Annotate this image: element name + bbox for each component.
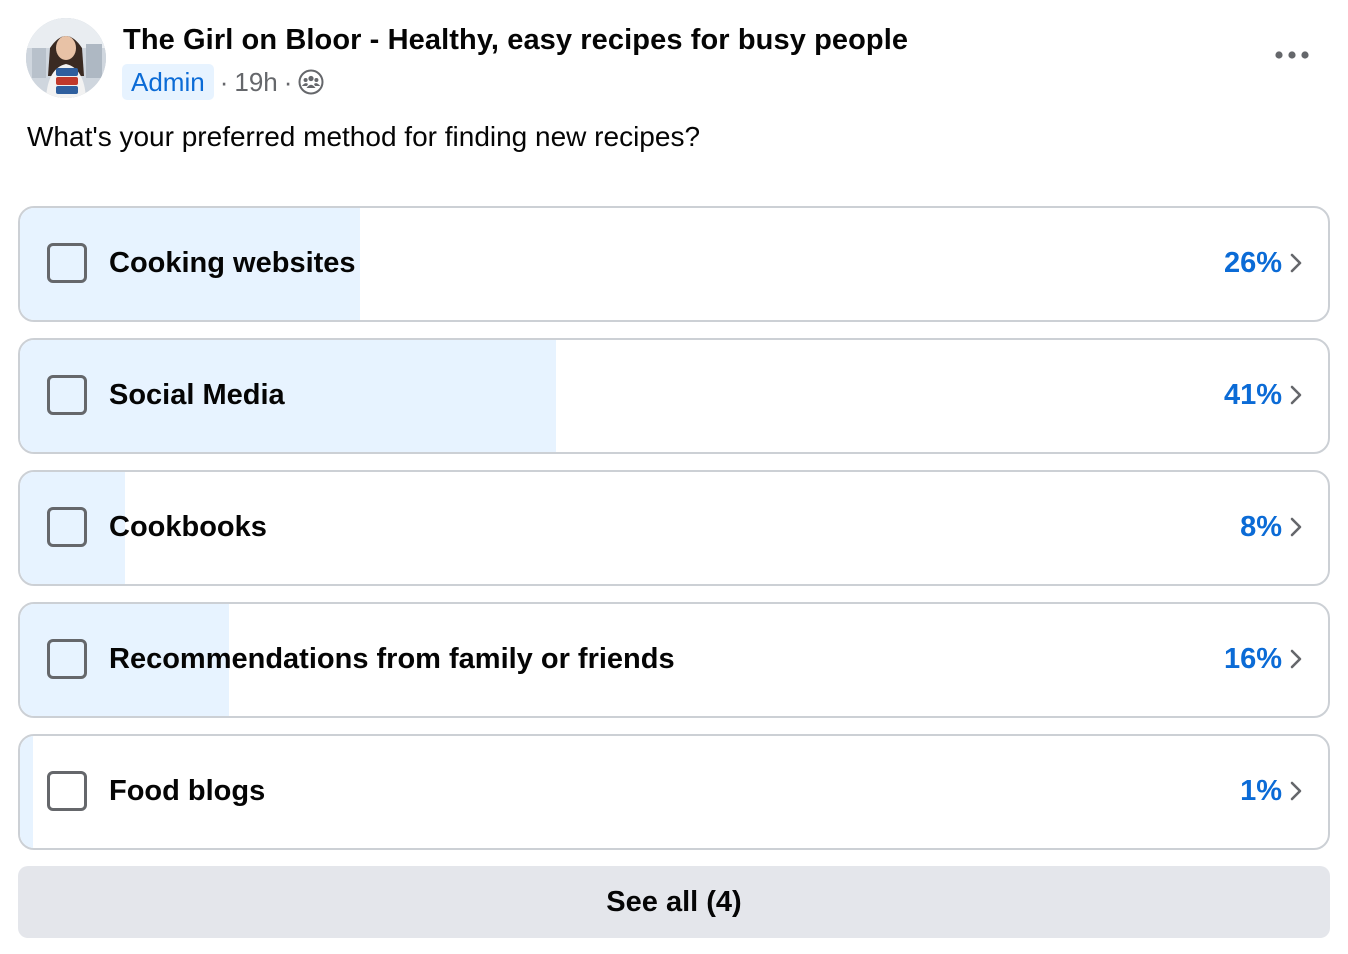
- option-percent: 1%: [1240, 775, 1282, 807]
- avatar-image: [26, 18, 106, 98]
- option-label: Recommendations from family or friends: [109, 643, 675, 675]
- option-result[interactable]: 26%: [1224, 244, 1304, 282]
- chevron-right-icon: [1290, 385, 1302, 405]
- option-label: Cookbooks: [109, 511, 267, 543]
- more-options-icon[interactable]: [1268, 38, 1316, 72]
- option-checkbox[interactable]: [47, 375, 87, 415]
- chevron-right-icon: [1290, 253, 1302, 273]
- option-checkbox[interactable]: [47, 243, 87, 283]
- chevron-right-icon: [1290, 517, 1302, 537]
- post-timestamp[interactable]: 19h: [234, 67, 277, 98]
- option-checkbox[interactable]: [47, 507, 87, 547]
- poll-option[interactable]: Food blogs 1%: [18, 734, 1330, 850]
- option-label: Food blogs: [109, 775, 266, 807]
- option-checkbox[interactable]: [47, 771, 87, 811]
- poll-options: Cooking websites 26% Social Media 41% Co…: [18, 206, 1330, 866]
- option-label: Cooking websites: [109, 247, 356, 279]
- option-percent: 16%: [1223, 643, 1282, 675]
- meta-separator: ·: [219, 66, 229, 97]
- option-percent: 8%: [1240, 511, 1282, 543]
- author-avatar[interactable]: [26, 18, 106, 98]
- option-result[interactable]: 8%: [1240, 508, 1304, 546]
- see-all-button[interactable]: See all (4): [18, 866, 1330, 938]
- poll-option[interactable]: Cooking websites 26%: [18, 206, 1330, 322]
- poll-option[interactable]: Recommendations from family or friends 1…: [18, 602, 1330, 718]
- option-result[interactable]: 41%: [1224, 376, 1304, 414]
- vote-share-bar: [20, 340, 557, 452]
- poll-option[interactable]: Cookbooks 8%: [18, 470, 1330, 586]
- meta-separator: ·: [283, 66, 293, 97]
- admin-badge: Admin: [122, 64, 214, 100]
- option-checkbox[interactable]: [47, 639, 87, 679]
- group-icon[interactable]: [298, 69, 324, 95]
- option-result[interactable]: 16%: [1224, 640, 1304, 678]
- poll-option[interactable]: Social Media 41%: [18, 338, 1330, 454]
- post-header: The Girl on Bloor - Healthy, easy recipe…: [26, 18, 1322, 102]
- vote-share-bar: [20, 736, 34, 848]
- author-name[interactable]: The Girl on Bloor - Healthy, easy recipe…: [123, 24, 908, 57]
- option-label: Social Media: [109, 379, 285, 411]
- chevron-right-icon: [1290, 781, 1302, 801]
- option-result[interactable]: 1%: [1240, 772, 1304, 810]
- poll-question: What's your preferred method for finding…: [27, 121, 701, 152]
- option-percent: 26%: [1223, 247, 1282, 279]
- option-percent: 41%: [1223, 379, 1282, 411]
- chevron-right-icon: [1290, 649, 1302, 669]
- post-meta: Admin · 19h ·: [122, 64, 324, 100]
